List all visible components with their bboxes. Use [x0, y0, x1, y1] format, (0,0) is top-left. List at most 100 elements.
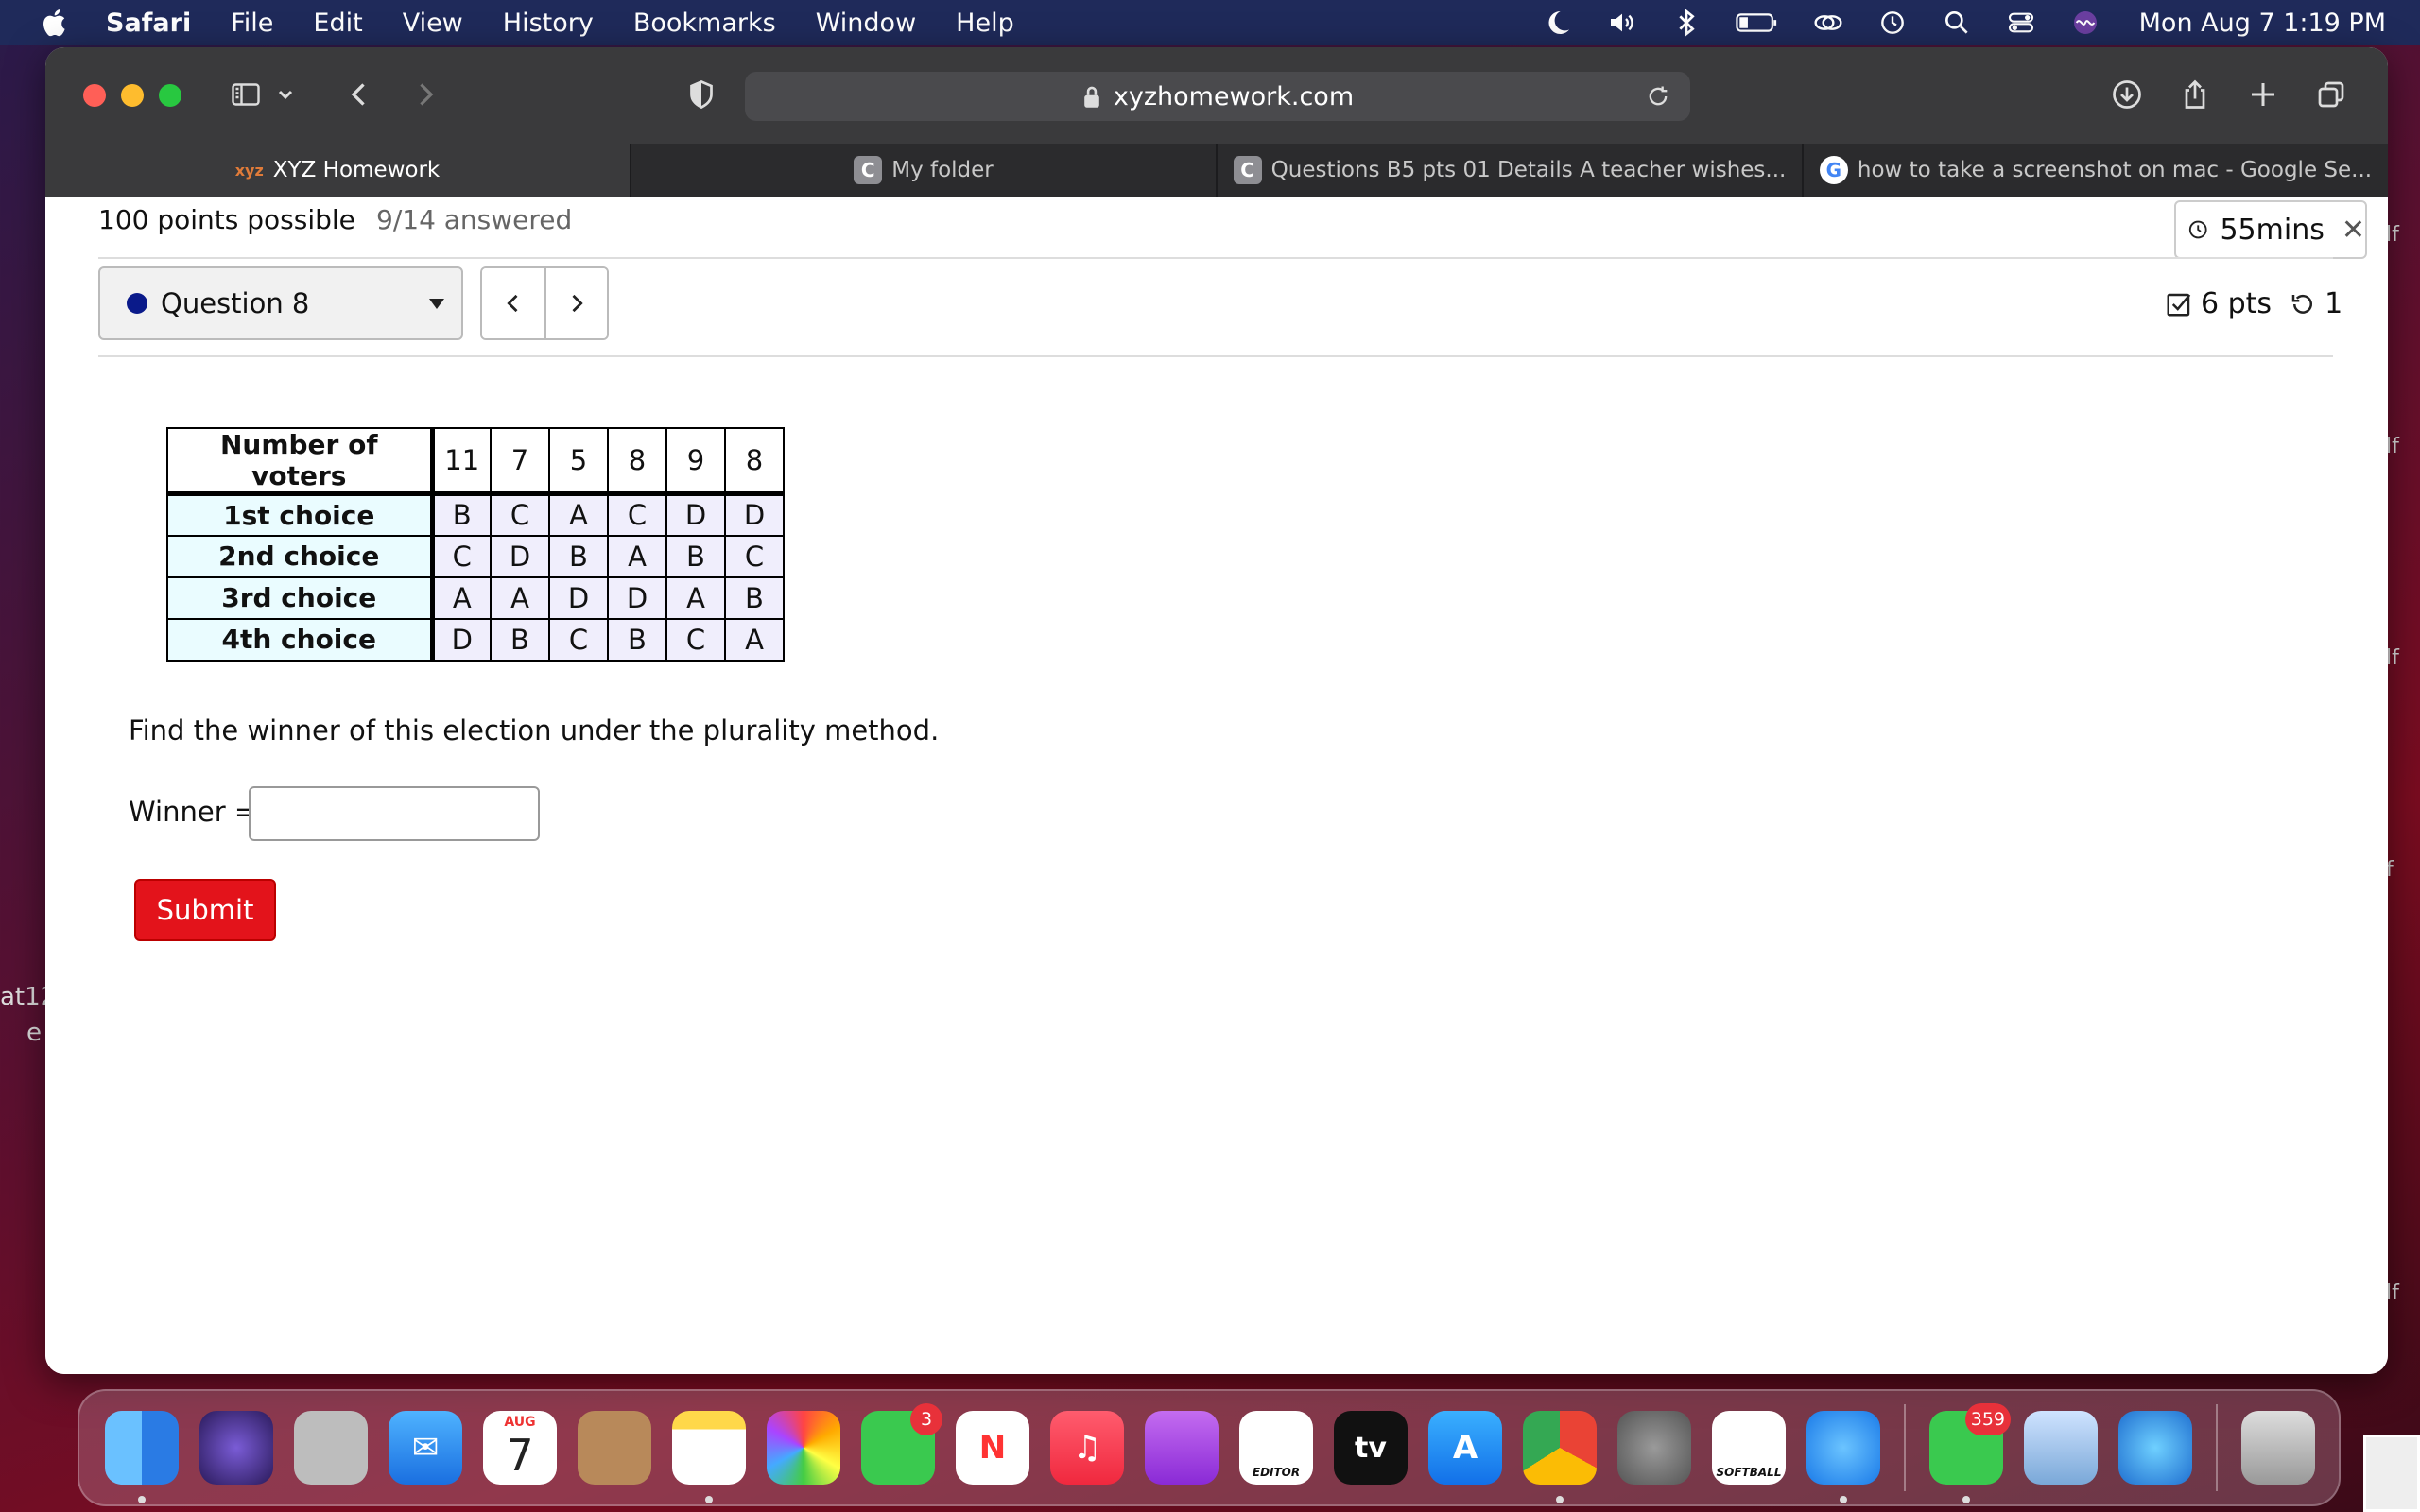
tab-google-search[interactable]: G how to take a screenshot on mac - Goog…	[1802, 144, 2388, 197]
reload-icon[interactable]	[1645, 83, 1671, 110]
tab-questions[interactable]: C Questions B5 pts 01 Details A teacher …	[1216, 144, 1802, 197]
divider	[98, 257, 2333, 259]
apple-tv-icon[interactable]: tv	[1334, 1411, 1408, 1485]
calendar-icon[interactable]: AUG 7	[483, 1411, 557, 1485]
close-icon[interactable]: ✕	[2342, 214, 2365, 247]
safari-window: xyzhomework.com xyz XYZ Homework C My fo…	[45, 47, 2388, 1374]
table-row: 3rd choice A A D D A B	[166, 576, 785, 620]
siri-icon[interactable]	[2069, 7, 2101, 39]
voter-count: 9	[666, 427, 726, 496]
previous-question-button[interactable]	[482, 268, 544, 338]
lock-icon	[1084, 86, 1099, 108]
launchpad-icon[interactable]	[294, 1411, 368, 1485]
next-question-button[interactable]	[544, 268, 607, 338]
new-tab-icon[interactable]	[2244, 76, 2282, 113]
finder-icon[interactable]	[105, 1411, 179, 1503]
screen-mirroring-icon[interactable]	[1812, 7, 1844, 39]
gamechanger-editor-icon[interactable]: EDITOR	[1239, 1411, 1313, 1485]
window-controls	[83, 84, 182, 107]
submit-button[interactable]: Submit	[134, 879, 276, 941]
contacts-icon[interactable]	[578, 1411, 651, 1485]
menu-view[interactable]: View	[403, 9, 463, 38]
facetime-icon[interactable]: 3	[861, 1403, 942, 1485]
messages-icon[interactable]: 359	[1929, 1403, 2011, 1503]
table-cell: C	[666, 617, 726, 662]
menu-bookmarks[interactable]: Bookmarks	[633, 9, 776, 38]
control-center-icon[interactable]	[2005, 7, 2037, 39]
voter-count: 8	[607, 427, 667, 496]
spotlight-search-icon[interactable]	[1941, 7, 1973, 39]
menu-edit[interactable]: Edit	[313, 9, 362, 38]
battery-icon[interactable]	[1735, 7, 1780, 39]
time-machine-icon[interactable]	[1876, 7, 1909, 39]
system-preferences-icon[interactable]	[1617, 1411, 1691, 1485]
question-select[interactable]: Question 8	[98, 266, 463, 340]
chrome-icon[interactable]	[1523, 1411, 1597, 1503]
question-select-label: Question 8	[161, 287, 310, 319]
row-label: 1st choice	[166, 492, 435, 537]
browser-toolbar: xyzhomework.com	[45, 47, 2388, 144]
safari-icon[interactable]	[1806, 1411, 1880, 1503]
notes-icon[interactable]	[672, 1411, 746, 1503]
menu-app-safari[interactable]: Safari	[106, 9, 191, 38]
photos-icon[interactable]	[767, 1411, 840, 1485]
menu-window[interactable]: Window	[816, 9, 916, 38]
forward-button[interactable]	[406, 76, 444, 113]
tab-xyz-homework[interactable]: xyz XYZ Homework	[45, 144, 630, 197]
preview-icon[interactable]	[2024, 1411, 2098, 1485]
news-icon[interactable]: N	[956, 1411, 1029, 1485]
menubar-clock[interactable]: Mon Aug 7 1:19 PM	[2139, 9, 2386, 38]
row-label: 3rd choice	[166, 576, 435, 620]
bluetooth-icon[interactable]	[1670, 7, 1703, 39]
running-indicator	[138, 1496, 146, 1503]
tab-bar: xyz XYZ Homework C My folder C Questions…	[45, 144, 2388, 197]
downloads-icon[interactable]	[2108, 76, 2146, 113]
gamechanger-softball-icon[interactable]: SOFTBALL	[1712, 1411, 1786, 1485]
menu-file[interactable]: File	[231, 9, 273, 38]
network-globe-icon[interactable]	[2118, 1411, 2192, 1485]
points-value: 6 pts	[2201, 287, 2273, 320]
trash-icon[interactable]	[2241, 1411, 2315, 1485]
podcasts-icon[interactable]	[1145, 1411, 1219, 1485]
table-cell: D	[666, 492, 726, 537]
table-header-label: Number of voters	[166, 427, 435, 496]
table-cell: A	[431, 576, 492, 620]
softball-label: SOFTBALL	[1716, 1466, 1782, 1479]
share-icon[interactable]	[2176, 76, 2214, 113]
tab-my-folder[interactable]: C My folder	[630, 144, 1216, 197]
table-cell: B	[666, 534, 726, 578]
running-indicator	[705, 1496, 713, 1503]
voter-count: 5	[548, 427, 609, 496]
screenshot-thumbnail[interactable]	[2363, 1435, 2420, 1512]
table-cell: D	[607, 576, 667, 620]
chevron-right-icon	[572, 294, 583, 313]
caret-down-icon	[429, 299, 444, 309]
desktop-right-fragment-3: lf	[2386, 646, 2399, 670]
minimize-window-button[interactable]	[121, 84, 144, 107]
sidebar-toggle-icon[interactable]	[227, 76, 265, 113]
music-icon[interactable]: ♫	[1050, 1411, 1124, 1485]
zoom-window-button[interactable]	[159, 84, 182, 107]
apple-menu-icon[interactable]	[40, 7, 72, 39]
app-store-icon[interactable]: A	[1428, 1411, 1502, 1485]
chevron-left-icon	[507, 294, 518, 313]
menu-history[interactable]: History	[503, 9, 594, 38]
table-row: 1st choice B C A C D D	[166, 492, 785, 537]
volume-icon[interactable]	[1606, 7, 1638, 39]
siri-app-icon[interactable]	[199, 1411, 273, 1485]
winner-input[interactable]	[249, 786, 540, 841]
back-button[interactable]	[340, 76, 378, 113]
menu-help[interactable]: Help	[956, 9, 1014, 38]
tab-label: how to take a screenshot on mac - Google…	[1857, 158, 2373, 182]
mail-icon[interactable]: ✉	[389, 1411, 462, 1485]
c-favicon-icon: C	[854, 156, 883, 184]
table-cell: D	[431, 617, 492, 662]
privacy-shield-icon[interactable]	[683, 76, 720, 113]
tab-label: Questions B5 pts 01 Details A teacher wi…	[1270, 158, 1787, 182]
address-bar[interactable]: xyzhomework.com	[745, 72, 1690, 121]
tab-label: My folder	[891, 158, 994, 182]
close-window-button[interactable]	[83, 84, 106, 107]
tab-overview-icon[interactable]	[2312, 76, 2350, 113]
moon-icon[interactable]	[1542, 7, 1574, 39]
chevron-down-icon[interactable]	[267, 76, 304, 113]
